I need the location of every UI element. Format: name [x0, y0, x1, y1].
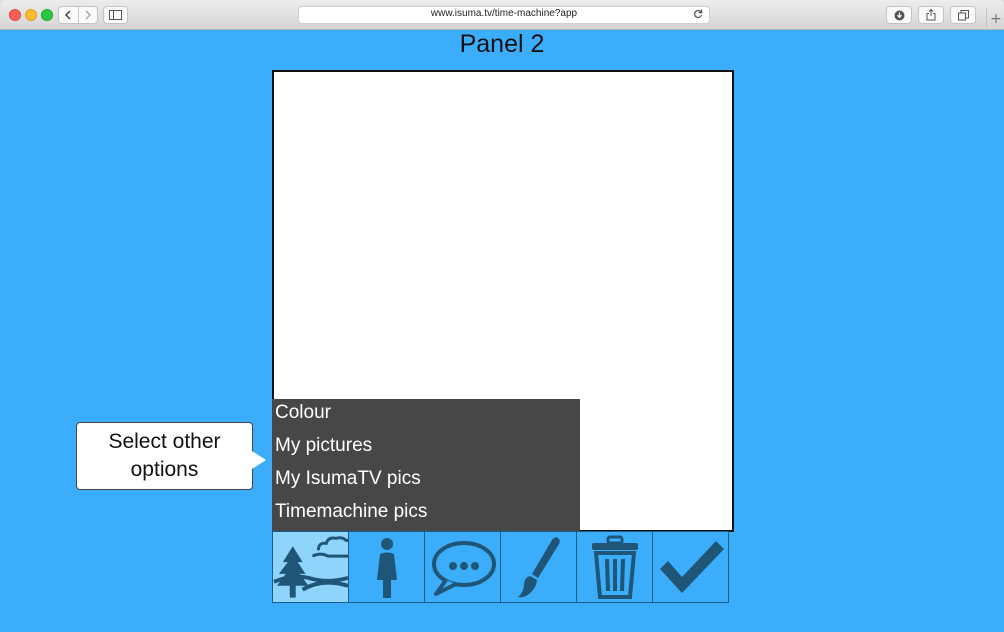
- callout-line-2: options: [130, 458, 199, 481]
- tabs-icon: [957, 9, 969, 20]
- character-tool-button[interactable]: [348, 531, 425, 603]
- paint-tool-button[interactable]: [500, 531, 577, 603]
- zoom-window-button[interactable]: [41, 9, 53, 21]
- reload-button[interactable]: [693, 8, 703, 22]
- menu-item-timemachine-pics[interactable]: Timemachine pics: [275, 496, 427, 528]
- background-tool-button[interactable]: [272, 531, 349, 603]
- address-url: www.isuma.tv/time-machine?app: [430, 8, 578, 19]
- chevron-right-icon: [85, 10, 91, 20]
- reload-icon: [694, 9, 703, 19]
- minimize-window-button[interactable]: [25, 9, 37, 21]
- help-callout: Select other options: [76, 422, 253, 490]
- checkmark-icon: [659, 541, 724, 593]
- menu-item-my-pictures[interactable]: My pictures: [275, 430, 372, 462]
- paintbrush-icon: [517, 537, 560, 598]
- menu-item-colour[interactable]: Colour: [275, 397, 331, 429]
- delete-tool-button[interactable]: [576, 531, 653, 603]
- downloads-button[interactable]: [886, 6, 912, 24]
- person-icon: [376, 538, 397, 598]
- plus-icon: +: [990, 11, 1002, 27]
- callout-line-1: Select other: [108, 430, 221, 453]
- menu-item-my-isumatv-pics[interactable]: My IsumaTV pics: [275, 463, 421, 495]
- nav-button-group: [58, 6, 98, 24]
- address-bar[interactable]: www.isuma.tv/time-machine?app: [298, 6, 710, 24]
- callout-pointer: [252, 451, 266, 469]
- browser-window: www.isuma.tv/time-machine?app + Panel 2 …: [0, 0, 1004, 632]
- share-icon: [926, 9, 936, 21]
- forward-button[interactable]: [78, 7, 97, 23]
- done-tool-button[interactable]: [652, 531, 729, 603]
- browser-toolbar: www.isuma.tv/time-machine?app +: [0, 0, 1004, 30]
- chevron-left-icon: [65, 10, 71, 20]
- landscape-icon: [273, 536, 348, 598]
- new-tab-button[interactable]: +: [986, 8, 1004, 30]
- download-icon: [894, 10, 904, 20]
- tabs-overview-button[interactable]: [950, 6, 976, 24]
- sidebar-icon: [109, 10, 122, 20]
- share-button[interactable]: [918, 6, 944, 24]
- speech-bubble-icon: [431, 541, 496, 596]
- options-menu: Colour My pictures My IsumaTV pics Timem…: [272, 399, 580, 532]
- speech-tool-button[interactable]: [424, 531, 501, 603]
- tool-bar: [272, 531, 734, 603]
- sidebar-button[interactable]: [103, 6, 128, 24]
- close-window-button[interactable]: [9, 9, 21, 21]
- trash-icon: [591, 535, 638, 599]
- page-title: Panel 2: [459, 30, 545, 58]
- back-button[interactable]: [59, 7, 78, 23]
